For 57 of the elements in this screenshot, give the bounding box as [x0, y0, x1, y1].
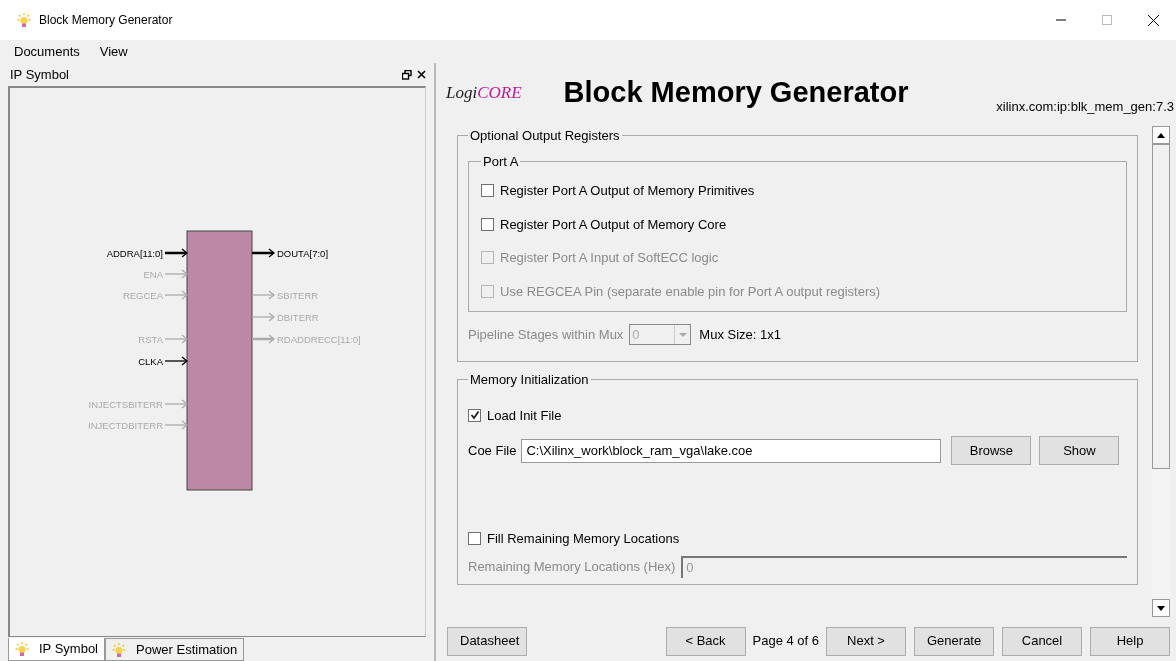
window-title: Block Memory Generator — [39, 12, 173, 29]
panel-title: IP Symbol — [10, 65, 69, 84]
pin-label: DBITERR — [277, 311, 319, 323]
logicore-logo: LogiCORE — [446, 81, 522, 104]
pin-label: INJECTSBITERR — [88, 398, 163, 410]
page-title: Block Memory Generator — [563, 74, 909, 110]
pin-label: CLKA — [138, 355, 163, 367]
pin-label: RDADDRECC[11:0] — [277, 333, 361, 345]
checkbox[interactable] — [468, 532, 481, 546]
pin-label: ENA — [143, 268, 163, 280]
pin-label: REGCEA — [122, 289, 163, 301]
remaining-label: Remaining Memory Locations (Hex) — [468, 557, 676, 576]
group-title: Port A — [482, 152, 520, 171]
browse-button[interactable]: Browse — [951, 436, 1032, 465]
pin-label: SBITERR — [277, 289, 319, 301]
panel-tab[interactable]: IP Symbol — [8, 638, 105, 661]
option-label: Register Port A Output of Memory Primitives — [500, 182, 755, 200]
generate-button[interactable]: Generate — [914, 626, 994, 656]
option-label: Load Init File — [487, 406, 562, 425]
next-button[interactable]: Next > — [826, 626, 906, 656]
scroll-up-icon — [1157, 132, 1165, 138]
ip-identifier: xilinx.com:ip:blk_mem_gen:7.3 — [996, 97, 1174, 116]
option-label: Use REGCEA Pin (separate enable pin for Port A output registers) — [500, 282, 881, 301]
option-label: Register Port A Output of Memory Core — [500, 215, 727, 234]
menu-item[interactable]: View — [93, 41, 134, 62]
bulb-icon — [15, 641, 29, 657]
checkbox[interactable] — [481, 184, 494, 198]
option-label: Register Port A Input of SoftECC logic — [500, 249, 719, 267]
bulb-icon — [112, 641, 126, 658]
pin-label: RSTA — [138, 333, 163, 345]
show-button[interactable]: Show — [1039, 436, 1120, 465]
scroll-down-icon — [1157, 605, 1165, 611]
back-button[interactable]: < Back — [665, 626, 746, 656]
group-title: Optional Output Registers — [469, 127, 621, 145]
option-label: Fill Remaining Memory Locations — [487, 530, 680, 548]
cancel-button[interactable]: Cancel — [1002, 626, 1082, 656]
coe-file-label: Coe File — [468, 441, 517, 460]
pin-label: ADDRA[11:0] — [106, 247, 163, 259]
panel-tab[interactable]: Power Estimation — [105, 638, 245, 661]
close-icon — [1147, 14, 1159, 26]
checkbox[interactable] — [468, 408, 481, 422]
maximize-icon — [1102, 15, 1112, 25]
app-icon — [17, 12, 31, 28]
page-indicator: Page 4 of 6 — [752, 632, 819, 651]
pin-label: DOUTA[7:0] — [277, 247, 329, 259]
pin-label: INJECTDBITERR — [88, 419, 163, 431]
checkbox[interactable] — [481, 217, 494, 231]
coe-file-field[interactable]: C:\Xilinx_work\block_ram_vga\lake.coe — [521, 438, 942, 463]
pipeline-label: Pipeline Stages within Mux — [468, 325, 624, 344]
close-icon[interactable] — [417, 70, 426, 79]
help-button[interactable]: Help — [1090, 626, 1170, 656]
menu-item[interactable]: Documents — [8, 41, 86, 62]
mux-size: Mux Size: 1x1 — [699, 325, 781, 344]
datasheet-button[interactable]: Datasheet — [447, 626, 527, 656]
group-title: Memory Initialization — [469, 371, 590, 389]
scrollbar[interactable] — [1152, 126, 1170, 617]
restore-icon[interactable] — [402, 69, 412, 80]
